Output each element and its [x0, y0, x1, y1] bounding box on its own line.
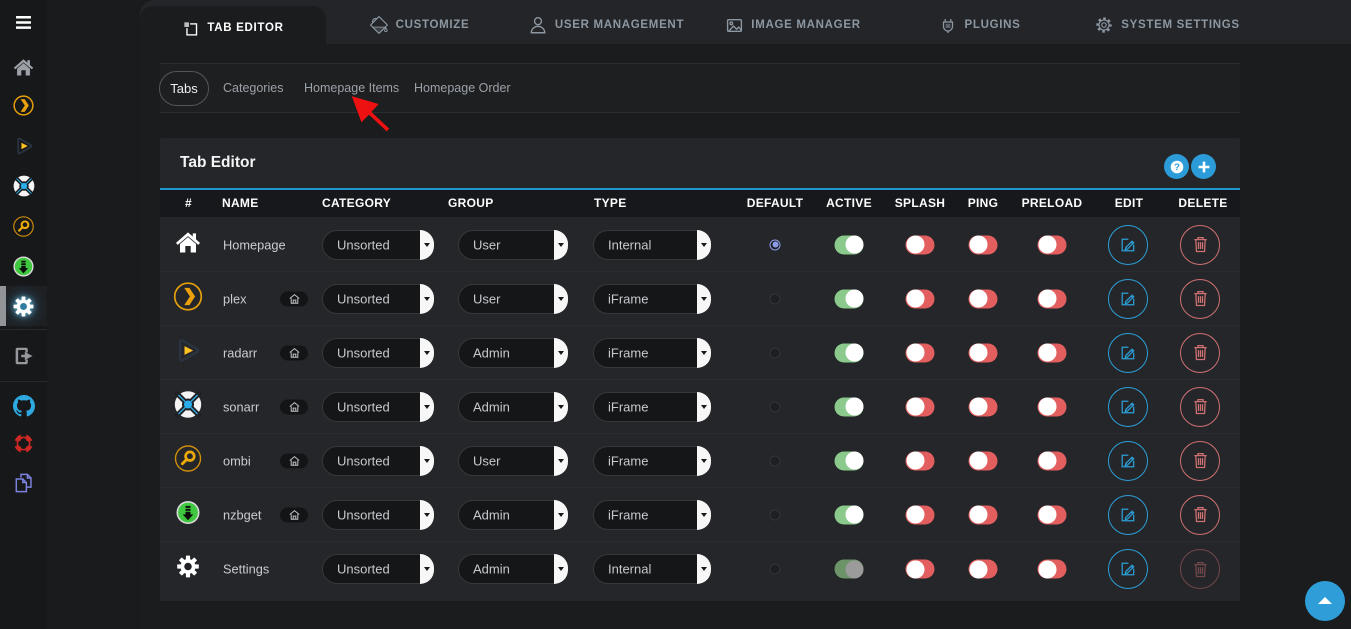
svg-text:?: ?	[1174, 162, 1180, 173]
